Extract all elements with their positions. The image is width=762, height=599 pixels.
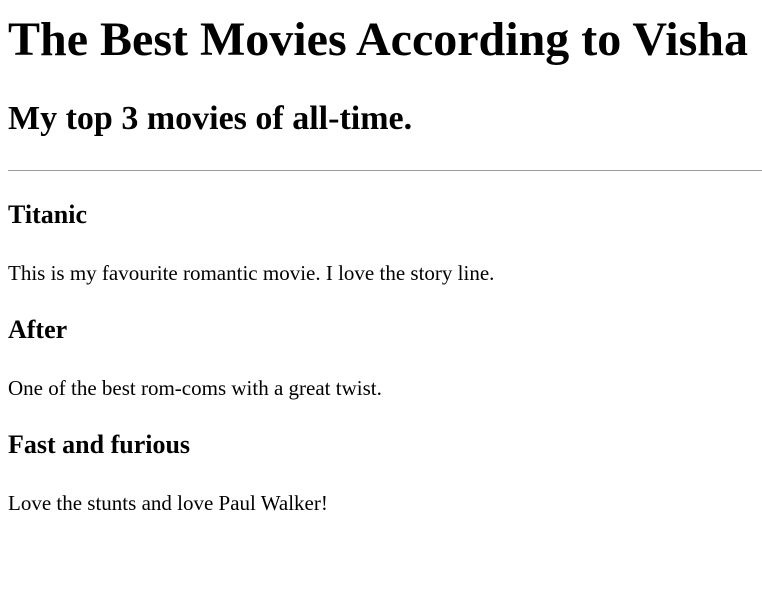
movie-description-titanic: This is my favourite romantic movie. I l…	[8, 261, 495, 285]
page: The Best Movies According to Visha My to…	[0, 0, 762, 599]
movie-title-titanic: Titanic	[8, 200, 87, 229]
movie-title-fast-and-furious: Fast and furious	[8, 430, 191, 459]
divider	[8, 170, 762, 171]
movie-title-after: After	[8, 315, 68, 344]
movie-description-fast-and-furious: Love the stunts and love Paul Walker!	[8, 491, 328, 515]
movie-description-after: One of the best rom-coms with a great tw…	[8, 376, 382, 400]
page-title: The Best Movies According to Visha	[8, 13, 748, 66]
page-subtitle: My top 3 movies of all-time.	[8, 100, 413, 137]
